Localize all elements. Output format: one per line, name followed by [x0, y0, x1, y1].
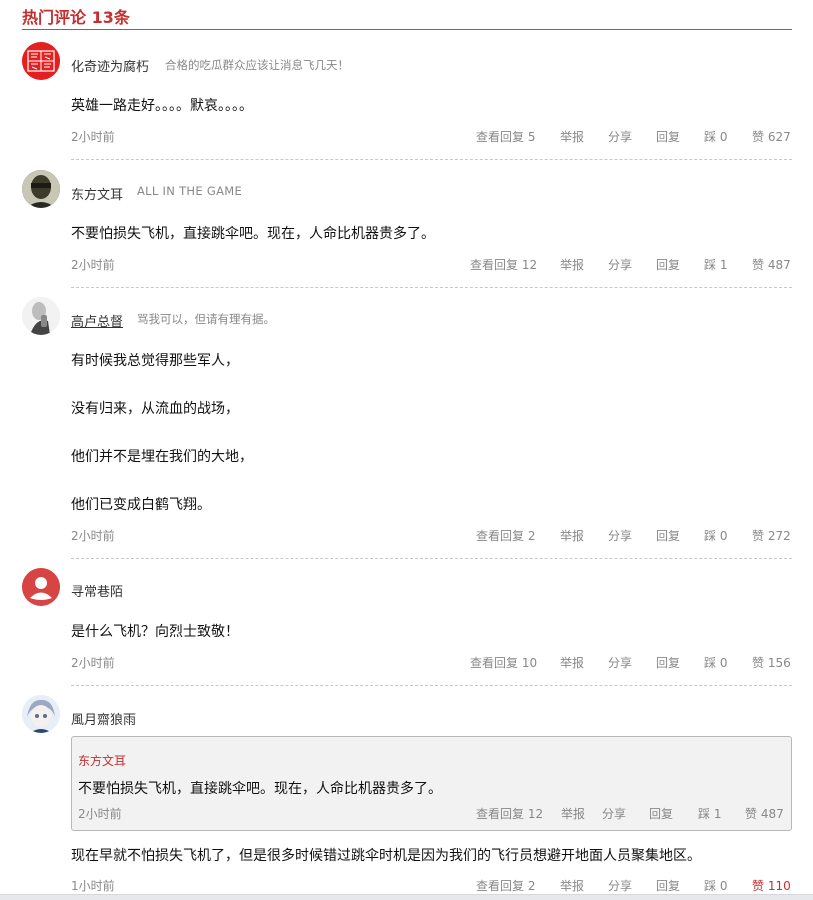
- comment-item: 东方文耳 ALL IN THE GAME 不要怕损失飞机，直接跳伞吧。现在，人命…: [22, 169, 792, 289]
- comment-text-line: 有时候我总觉得那些军人，: [71, 353, 239, 369]
- like-button[interactable]: 赞 487: [745, 805, 784, 822]
- comment-username[interactable]: 風月齋狼雨: [71, 709, 136, 728]
- report-link[interactable]: 举报: [560, 256, 584, 273]
- like-button[interactable]: 赞 627: [752, 128, 791, 145]
- hot-comments-title: 热门评论 13条: [22, 8, 130, 27]
- comment-text: 英雄一路走好。。。。默哀。。。。: [71, 98, 253, 114]
- comment-text-line: 没有归来，从流血的战场，: [71, 401, 239, 417]
- quoted-comment: 东方文耳 不要怕损失飞机，直接跳伞吧。现在，人命比机器贵多了。 2小时前 查看回…: [71, 736, 792, 831]
- comment-divider: [71, 558, 792, 559]
- comment-item: 高卢总督 骂我可以，但请有理有据。 有时候我总觉得那些军人， 没有归来，从流血的…: [22, 296, 792, 559]
- view-replies-link[interactable]: 查看回复 12: [470, 256, 537, 273]
- bury-button[interactable]: 踩 0: [704, 877, 727, 894]
- avatar[interactable]: [22, 170, 60, 208]
- comment-time: 2小时前: [71, 656, 115, 670]
- reply-link[interactable]: 回复: [649, 805, 673, 822]
- reply-link[interactable]: 回复: [656, 128, 680, 145]
- hot-comments-header: 热门评论 13条: [22, 0, 792, 30]
- comment-item-body: 现在早就不怕损失飞机了，但是很多时候错过跳伞时机是因为我们的飞行员想避开地面人员…: [22, 843, 792, 893]
- like-button[interactable]: 赞 487: [752, 256, 791, 273]
- comment-text: 现在早就不怕损失飞机了，但是很多时候错过跳伞时机是因为我们的飞行员想避开地面人员…: [71, 848, 701, 864]
- bury-button[interactable]: 踩 1: [704, 256, 727, 273]
- avatar[interactable]: [22, 695, 60, 733]
- reply-link[interactable]: 回复: [656, 654, 680, 671]
- comment-time: 1小时前: [71, 879, 115, 893]
- comment-time: 2小时前: [71, 130, 115, 144]
- comment-text: 是什么飞机？向烈士致敬！: [71, 624, 239, 640]
- reply-link[interactable]: 回复: [656, 256, 680, 273]
- share-link[interactable]: 分享: [602, 805, 626, 822]
- comment-text: 不要怕损失飞机，直接跳伞吧。现在，人命比机器贵多了。: [71, 226, 435, 242]
- report-link[interactable]: 举报: [560, 877, 584, 894]
- comment-text-line: 他们已变成白鹤飞翔。: [71, 497, 211, 513]
- comment-divider: [71, 159, 792, 160]
- comment-item: 化奇迹为腐朽 合格的吃瓜群众应该让消息飞几天！ 英雄一路走好。。。。默哀。。。。…: [22, 41, 792, 161]
- comment-item: 寻常巷陌 是什么飞机？向烈士致敬！ 2小时前 查看回复 10 举报 分享 回复 …: [22, 567, 792, 687]
- like-button[interactable]: 赞 272: [752, 527, 791, 544]
- view-replies-link[interactable]: 查看回复 12: [476, 805, 543, 822]
- comment-divider: [71, 287, 792, 288]
- share-link[interactable]: 分享: [608, 654, 632, 671]
- view-replies-link[interactable]: 查看回复 10: [470, 654, 537, 671]
- comment-text-line: 他们并不是埋在我们的大地，: [71, 449, 253, 465]
- like-button[interactable]: 赞 156: [752, 654, 791, 671]
- comment-time: 2小时前: [71, 529, 115, 543]
- share-link[interactable]: 分享: [608, 128, 632, 145]
- user-signature: 骂我可以，但请有理有据。: [137, 312, 275, 326]
- report-link[interactable]: 举报: [560, 527, 584, 544]
- share-link[interactable]: 分享: [608, 527, 632, 544]
- bury-button[interactable]: 踩 0: [704, 654, 727, 671]
- bury-button[interactable]: 踩 0: [704, 128, 727, 145]
- avatar[interactable]: [22, 297, 60, 335]
- comment-time: 2小时前: [71, 258, 115, 272]
- comment-username[interactable]: 高卢总督: [71, 311, 123, 330]
- like-button-active[interactable]: 赞 110: [752, 877, 791, 894]
- avatar[interactable]: [22, 42, 60, 80]
- reply-link[interactable]: 回复: [656, 877, 680, 894]
- view-replies-link[interactable]: 查看回复 2: [476, 527, 535, 544]
- comment-username[interactable]: 寻常巷陌: [71, 581, 123, 600]
- comment-username[interactable]: 东方文耳: [71, 184, 123, 203]
- view-replies-link[interactable]: 查看回复 5: [476, 128, 535, 145]
- user-signature: 合格的吃瓜群众应该让消息飞几天！: [165, 58, 349, 72]
- avatar[interactable]: [22, 568, 60, 606]
- comments-page: 热门评论 13条 化奇迹为腐朽 合格的吃瓜群众应该让消息飞几天！ 英雄一路走好。…: [0, 0, 813, 900]
- bury-button[interactable]: 踩 1: [698, 805, 721, 822]
- share-link[interactable]: 分享: [608, 256, 632, 273]
- share-link[interactable]: 分享: [608, 877, 632, 894]
- quoted-time: 2小时前: [78, 807, 122, 821]
- report-link[interactable]: 举报: [560, 654, 584, 671]
- quoted-username[interactable]: 东方文耳: [78, 752, 126, 769]
- bottom-scroll-edge: [0, 894, 813, 900]
- report-link[interactable]: 举报: [560, 128, 584, 145]
- bury-button[interactable]: 踩 0: [704, 527, 727, 544]
- view-replies-link[interactable]: 查看回复 2: [476, 877, 535, 894]
- comment-divider: [71, 685, 792, 686]
- quoted-text: 不要怕损失飞机，直接跳伞吧。现在，人命比机器贵多了。: [78, 781, 442, 797]
- comment-username[interactable]: 化奇迹为腐朽: [71, 56, 149, 75]
- report-link[interactable]: 举报: [561, 805, 585, 822]
- user-signature: ALL IN THE GAME: [137, 184, 243, 198]
- reply-link[interactable]: 回复: [656, 527, 680, 544]
